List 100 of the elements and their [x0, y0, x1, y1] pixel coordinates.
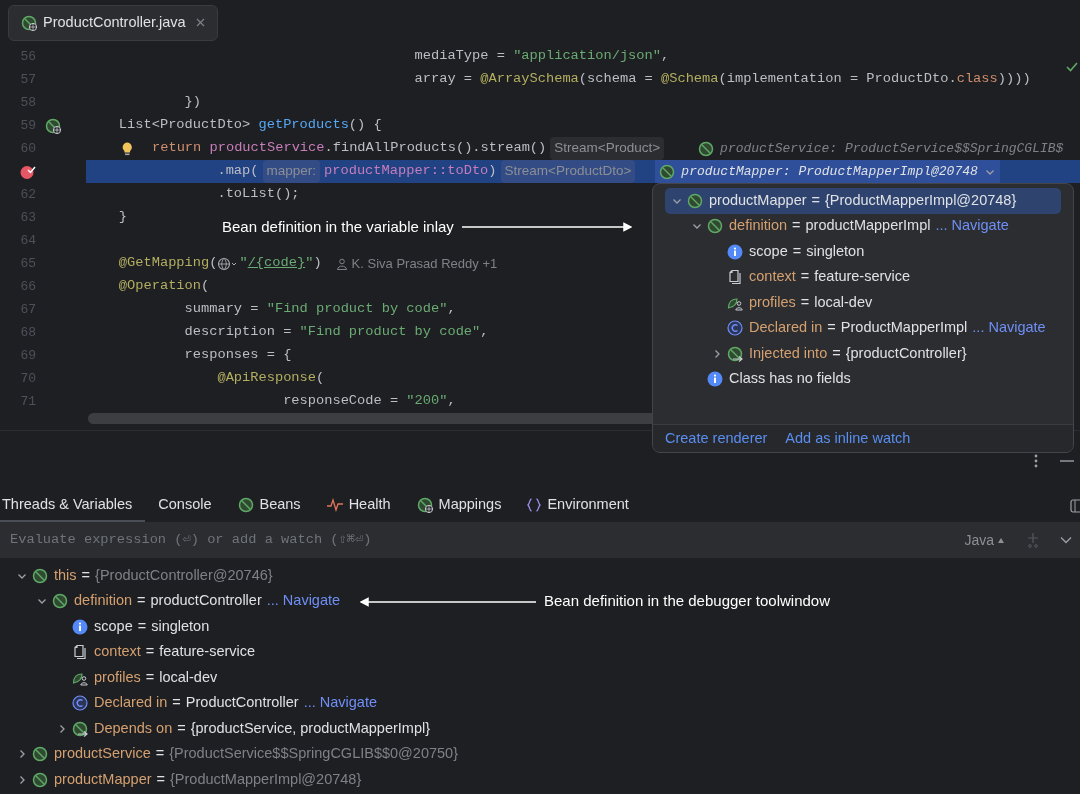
tree-row[interactable]: Injected into = {productController} — [665, 341, 1061, 367]
variable-value: feature-service — [814, 267, 911, 287]
code-text: () { — [348, 116, 382, 135]
variable-name: Declared in — [94, 693, 168, 713]
variable-value: {productService, productMapperImpl} — [190, 718, 431, 738]
equals-sign: = — [811, 190, 820, 210]
navigate-link[interactable]: ... Navigate — [303, 692, 377, 715]
variable-name: this — [54, 565, 77, 585]
variable-name: productService — [54, 744, 151, 764]
tool-tab[interactable]: Environment — [514, 490, 642, 522]
code-text: productMapper::toDto — [324, 162, 489, 181]
tree-row[interactable]: profiles = local-dev — [665, 290, 1061, 316]
code-text: mediaType = — [413, 47, 506, 66]
layout-icon[interactable] — [1070, 499, 1080, 513]
variable-value: local-dev — [814, 292, 873, 312]
chevron-down-icon[interactable] — [1060, 536, 1072, 544]
variable-name: definition — [729, 216, 788, 236]
info-icon — [707, 371, 723, 388]
equals-sign: = — [177, 718, 186, 738]
braces-icon — [527, 498, 542, 512]
variable-value: singleton — [806, 241, 865, 261]
code-text: @ArraySchema — [480, 70, 579, 89]
annotation-text: Bean definition in the variable inlay — [222, 217, 454, 237]
variable-value: {ProductMapperImpl@20748} — [170, 769, 362, 789]
variable-value: {ProductController@20746} — [95, 565, 273, 585]
code-text: ) — [313, 254, 322, 273]
tool-tab[interactable]: Beans — [224, 490, 314, 522]
equals-sign: = — [800, 292, 810, 312]
tree-row[interactable]: definition = productMapperImpl ... Navigate — [665, 213, 1061, 239]
code-text: array = — [413, 70, 474, 89]
variable-name: Class has no fields — [729, 369, 851, 389]
navigate-link[interactable]: ... Navigate — [972, 317, 1046, 340]
bean-icon — [52, 593, 68, 610]
breakpoint-icon[interactable] — [20, 163, 36, 180]
popup-link[interactable]: Add as inline watch — [785, 427, 911, 450]
value-inlay[interactable]: productService: ProductService$$SpringCGLIB$ — [694, 137, 1068, 160]
bean-globe-icon — [416, 497, 433, 513]
code-text: )))) — [997, 70, 1031, 89]
tool-tab[interactable]: Mappings — [403, 490, 515, 522]
variable-name: definition — [74, 591, 133, 611]
language-dropdown[interactable]: Java — [964, 529, 1004, 551]
document-icon — [727, 269, 743, 286]
type-hint: Stream<Product> — [550, 137, 665, 160]
variable-name: Declared in — [749, 318, 823, 338]
popup-link[interactable]: Create renderer — [665, 427, 768, 450]
equals-sign: = — [145, 667, 155, 687]
check-icon[interactable] — [1066, 61, 1078, 73]
tree-row[interactable]: context = feature-service — [665, 264, 1061, 290]
arrow-icon — [461, 222, 632, 233]
variable-name: scope — [749, 241, 788, 261]
equals-sign: = — [145, 642, 155, 662]
bean-globe-icon — [45, 117, 61, 134]
bean-icon — [687, 192, 703, 209]
tree-row[interactable]: scope = singleton — [665, 239, 1061, 265]
variable-value: {ProductMapperImpl@20748} — [825, 190, 1017, 210]
code-text: (schema = — [578, 70, 654, 89]
tree-row[interactable]: productMapper = {ProductMapperImpl@20748} — [665, 188, 1061, 214]
value-inlay[interactable]: productMapper: ProductMapperImpl@20748 — [655, 160, 1000, 183]
code-text: }) — [183, 93, 201, 112]
variable-name: Depends on — [94, 718, 173, 738]
arrow-icon — [360, 596, 536, 607]
equals-sign: = — [792, 216, 801, 236]
code-text: summary = — [183, 300, 260, 319]
editor-tab[interactable]: ProductController.java — [8, 4, 218, 41]
variable-name: context — [749, 267, 796, 287]
navigate-link[interactable]: ... Navigate — [935, 215, 1009, 238]
minimize-icon[interactable] — [1060, 458, 1074, 463]
class-icon — [72, 695, 88, 712]
variable-name: profiles — [749, 292, 796, 312]
variable-name: productMapper — [709, 190, 807, 210]
variable-value: {ProductService$$SpringCGLIB$$0@20750} — [169, 744, 458, 764]
author-inlay[interactable]: K. Siva Prasad Reddy +1 — [335, 253, 498, 274]
tool-tab[interactable]: Console — [145, 490, 225, 522]
variable-value: ProductController — [185, 693, 299, 713]
code-text: @Operation — [117, 277, 201, 296]
more-options-icon[interactable] — [1034, 453, 1038, 468]
bean-icon — [32, 746, 48, 763]
annotation-text: Bean definition in the debugger toolwindow — [544, 591, 831, 612]
tool-tab[interactable]: Health — [313, 490, 404, 522]
equals-sign: = — [827, 318, 836, 338]
equals-sign: = — [81, 565, 91, 585]
code-text: , — [447, 300, 456, 319]
tree-row[interactable]: Declared in = ProductMapperImpl ... Navigate — [665, 315, 1061, 341]
navigate-link[interactable]: ... Navigate — [266, 590, 341, 613]
code-text: @ApiResponse — [216, 369, 316, 388]
code-text: "application/json" — [513, 47, 661, 66]
code-text: @Schema — [661, 70, 719, 89]
code-text: , — [480, 323, 489, 342]
equals-sign: = — [792, 241, 802, 261]
variable-value: {productController} — [845, 343, 967, 363]
person-icon — [335, 257, 348, 270]
equals-sign: = — [137, 616, 147, 636]
variable-name: scope — [94, 616, 133, 636]
tree-row[interactable]: Class has no fields — [665, 366, 1061, 392]
variable-name: profiles — [94, 667, 141, 687]
close-icon[interactable] — [195, 18, 205, 27]
caret-icon — [998, 537, 1004, 543]
bean-icon — [32, 567, 48, 584]
code-text: ( — [209, 254, 218, 273]
evaluate-expression-field[interactable]: Evaluate expression (⏎) or add a watch (⇧⌘⏎) Java — [0, 522, 1080, 558]
